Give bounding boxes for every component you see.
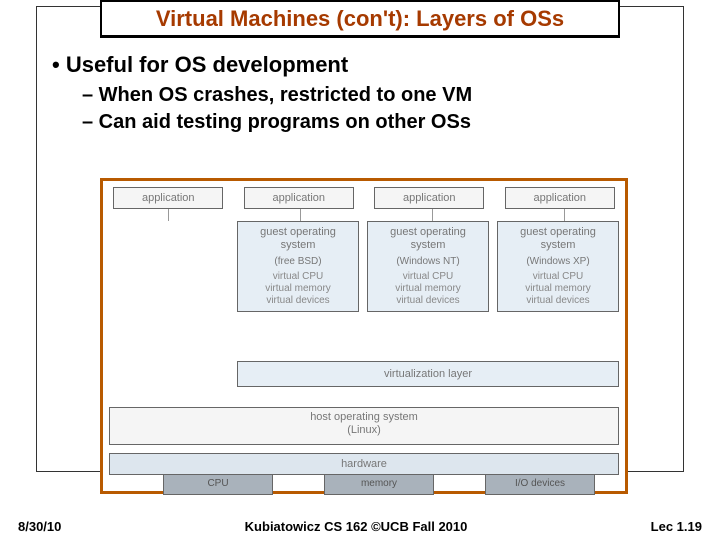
- connector: [432, 209, 433, 221]
- footer-center: Kubiatowicz CS 162 ©UCB Fall 2010: [245, 519, 468, 534]
- footer-page: Lec 1.19: [651, 519, 702, 534]
- guest-os-3: guest operatingsystem (Windows XP) virtu…: [497, 221, 619, 312]
- connector: [168, 209, 169, 221]
- guest-title: guest operatingsystem: [244, 226, 352, 252]
- guest-devices: virtual CPUvirtual memoryvirtual devices: [374, 271, 482, 307]
- vm-diagram: application application application appl…: [100, 178, 628, 494]
- app-box-3: application: [374, 187, 484, 209]
- subbullet-1: – When OS crashes, restricted to one VM: [82, 82, 472, 109]
- connector: [564, 209, 565, 221]
- guest-title: guest operatingsystem: [504, 226, 612, 252]
- host-os: host operating system (Linux): [109, 407, 619, 445]
- diagram-inner: application application application appl…: [103, 181, 625, 491]
- hw-cpu: CPU: [163, 475, 273, 495]
- footer-date: 8/30/10: [18, 519, 61, 534]
- host-os-label: host operating system: [110, 411, 618, 424]
- app-box-2: application: [244, 187, 354, 209]
- hardware-sub-row: CPU memory I/O devices: [163, 475, 595, 495]
- hw-io: I/O devices: [485, 475, 595, 495]
- guest-os-1: guest operatingsystem (free BSD) virtual…: [237, 221, 359, 312]
- hardware-layer: hardware: [109, 453, 619, 475]
- guest-row: guest operatingsystem (free BSD) virtual…: [237, 221, 619, 312]
- app-row: application application application appl…: [103, 187, 625, 209]
- slide: Virtual Machines (con't): Layers of OSs …: [0, 0, 720, 540]
- app-box-1: application: [113, 187, 223, 209]
- guest-sub: (Windows XP): [504, 256, 612, 267]
- footer: 8/30/10 Kubiatowicz CS 162 ©UCB Fall 201…: [0, 519, 720, 534]
- subbullet-2: – Can aid testing programs on other OSs: [82, 109, 472, 136]
- guest-sub: (free BSD): [244, 256, 352, 267]
- hw-memory: memory: [324, 475, 434, 495]
- guest-sub: (Windows NT): [374, 256, 482, 267]
- guest-os-2: guest operatingsystem (Windows NT) virtu…: [367, 221, 489, 312]
- app-box-4: application: [505, 187, 615, 209]
- bullet-1: • Useful for OS development: [52, 52, 472, 78]
- guest-title: guest operatingsystem: [374, 226, 482, 252]
- guest-devices: virtual CPUvirtual memoryvirtual devices: [504, 271, 612, 307]
- host-os-sub: (Linux): [110, 424, 618, 437]
- virtualization-layer: virtualization layer: [237, 361, 619, 387]
- guest-devices: virtual CPUvirtual memoryvirtual devices: [244, 271, 352, 307]
- bullet-list: • Useful for OS development – When OS cr…: [52, 52, 472, 136]
- connector: [300, 209, 301, 221]
- slide-title: Virtual Machines (con't): Layers of OSs: [100, 0, 620, 38]
